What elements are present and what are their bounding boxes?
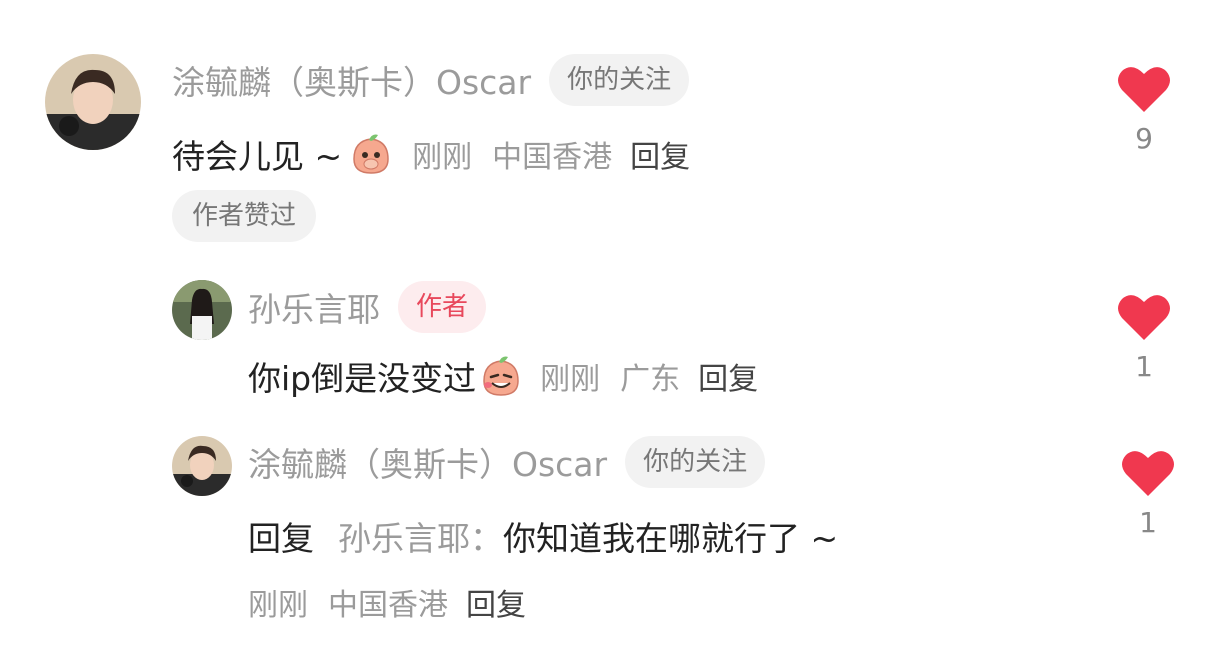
like-button[interactable]: 9	[1114, 64, 1174, 155]
comment-location: 中国香港	[328, 588, 448, 623]
like-count: 1	[1139, 506, 1157, 539]
heart-icon	[1118, 67, 1170, 112]
comment-location: 广东	[620, 362, 681, 397]
reply-prefix: 回复	[248, 519, 314, 558]
heart-icon	[1122, 451, 1174, 496]
comment-time: 刚刚	[412, 140, 473, 175]
comment-text: 你知道我在哪就行了 ~	[503, 519, 839, 558]
like-count: 1	[1135, 350, 1153, 383]
reply-button[interactable]: 回复	[466, 580, 526, 624]
following-tag: 你的关注	[625, 436, 766, 488]
comment-time: 刚刚	[248, 588, 308, 623]
author-liked-tag: 作者赞过	[172, 190, 317, 242]
avatar-image	[172, 280, 232, 340]
comment-username[interactable]: 涂毓麟（奥斯卡）Oscar	[248, 438, 607, 486]
following-tag: 你的关注	[549, 54, 690, 106]
peach-emoji-icon	[348, 131, 394, 177]
author-tag: 作者	[398, 281, 487, 333]
comment-text: 你ip倒是没变过	[248, 359, 477, 398]
avatar[interactable]	[172, 436, 232, 496]
comment-time: 刚刚	[540, 362, 601, 397]
reply-mention[interactable]: 孙乐言耶：	[338, 512, 503, 560]
comment-username[interactable]: 孙乐言耶	[248, 283, 380, 331]
avatar[interactable]	[45, 54, 141, 150]
avatar-image	[172, 436, 232, 496]
comment-location: 中国香港	[492, 140, 613, 175]
comment-text: 待会儿见 ~	[172, 137, 343, 176]
like-button[interactable]: 1	[1114, 292, 1174, 383]
comment-username[interactable]: 涂毓麟（奥斯卡）Oscar	[172, 56, 531, 104]
like-button[interactable]: 1	[1118, 448, 1178, 539]
avatar-image	[45, 54, 141, 150]
peach-emoji-icon	[478, 353, 524, 399]
like-count: 9	[1135, 122, 1153, 155]
reply-button[interactable]: 回复	[630, 132, 690, 176]
avatar[interactable]	[172, 280, 232, 340]
heart-icon	[1118, 295, 1170, 340]
reply-button[interactable]: 回复	[698, 354, 758, 398]
